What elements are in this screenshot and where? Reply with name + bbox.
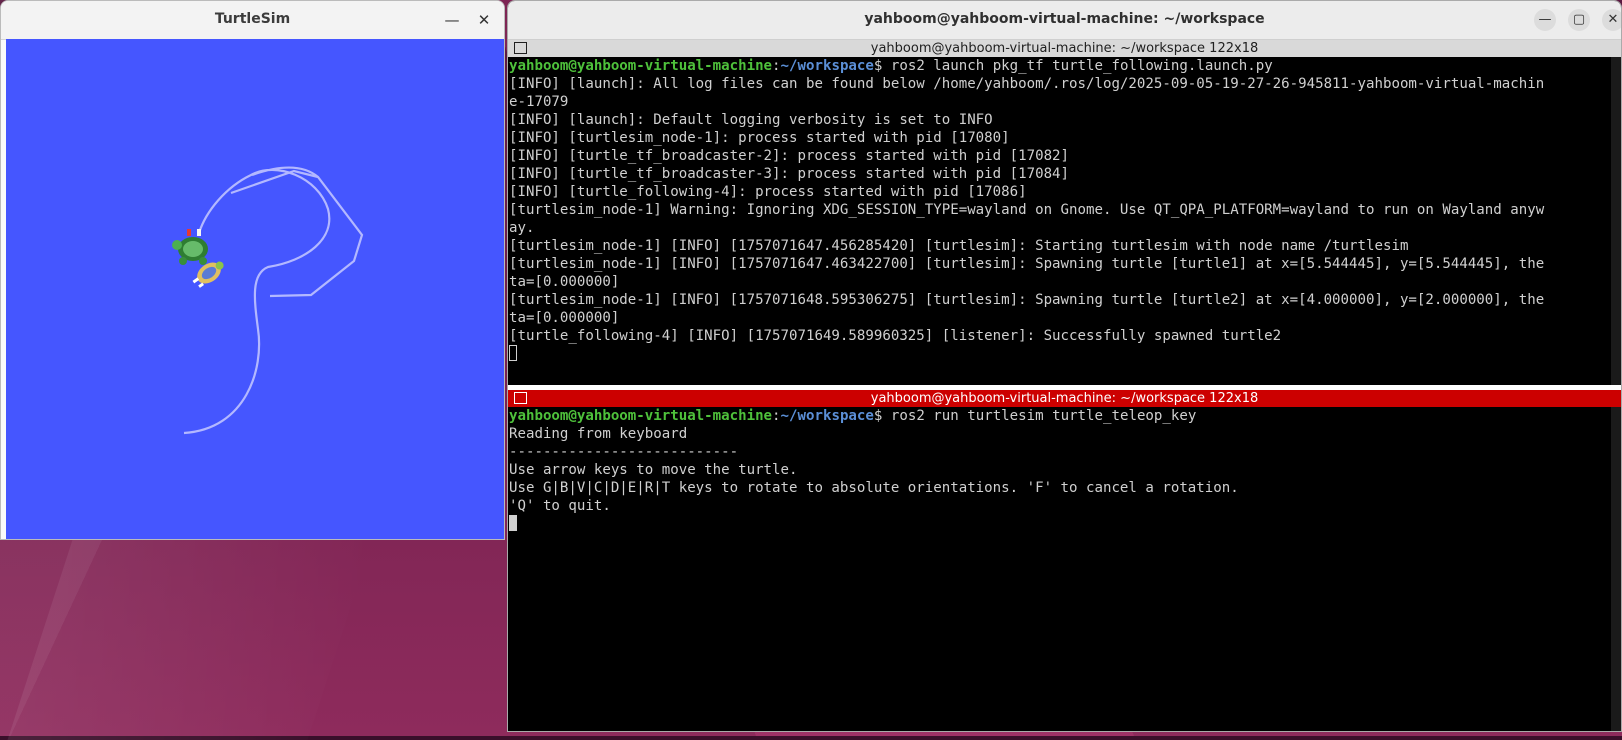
pane2-header[interactable]: yahboom@yahboom-virtual-machine: ~/works… bbox=[508, 390, 1621, 407]
output-line: [turtlesim_node-1] [INFO] [1757071647.46… bbox=[509, 256, 1545, 272]
output-line: e-17079 bbox=[509, 94, 569, 110]
split-pane-icon[interactable] bbox=[514, 42, 527, 54]
output-line: ta=[0.000000] bbox=[509, 310, 620, 326]
turtlesim-window[interactable]: TurtleSim — ✕ bbox=[0, 0, 505, 540]
pane2-header-label: yahboom@yahboom-virtual-machine: ~/works… bbox=[870, 391, 1259, 406]
pane1-header[interactable]: yahboom@yahboom-virtual-machine: ~/works… bbox=[508, 40, 1621, 57]
output-line: [INFO] [turtlesim_node-1]: process start… bbox=[509, 130, 1010, 146]
prompt-path: ~/workspace bbox=[780, 58, 874, 74]
scrollbar[interactable] bbox=[1611, 57, 1621, 385]
prompt-line: yahboom@yahboom-virtual-machine:~/worksp… bbox=[509, 407, 1621, 425]
prompt-line: yahboom@yahboom-virtual-machine:~/worksp… bbox=[509, 57, 1621, 75]
terminal-pane-teleop[interactable]: yahboom@yahboom-virtual-machine:~/worksp… bbox=[508, 407, 1621, 731]
output-line: 'Q' to quit. bbox=[509, 498, 611, 514]
output-line: [INFO] [turtle_following-4]: process sta… bbox=[509, 184, 1027, 200]
cursor-line bbox=[509, 515, 1621, 533]
output-line: Use arrow keys to move the turtle. bbox=[509, 462, 798, 478]
command-text: ros2 run turtlesim turtle_teleop_key bbox=[890, 408, 1197, 424]
output-line: [turtlesim_node-1] [INFO] [1757071648.59… bbox=[509, 292, 1545, 308]
output-line: ta=[0.000000] bbox=[509, 274, 620, 290]
output-line: ay. bbox=[509, 220, 535, 236]
minimize-button[interactable]: — bbox=[441, 9, 463, 31]
prompt-path: ~/workspace bbox=[780, 408, 874, 424]
prompt-sep: : bbox=[772, 58, 781, 74]
prompt-user: yahboom@yahboom-virtual-machine bbox=[509, 58, 773, 74]
terminal-window[interactable]: yahboom@yahboom-virtual-machine: ~/works… bbox=[507, 0, 1622, 732]
close-button[interactable]: ✕ bbox=[1602, 9, 1621, 31]
turtlesim-title: TurtleSim bbox=[214, 11, 291, 27]
turtle-trail-drawing bbox=[172, 166, 364, 435]
output-line: [turtle_following-4] [INFO] [1757071649.… bbox=[509, 328, 1282, 344]
terminal-window-title: yahboom@yahboom-virtual-machine: ~/works… bbox=[864, 11, 1265, 27]
terminal-titlebar[interactable]: yahboom@yahboom-virtual-machine: ~/works… bbox=[508, 1, 1621, 40]
prompt-user: yahboom@yahboom-virtual-machine bbox=[509, 408, 773, 424]
output-line: [INFO] [launch]: All log files can be fo… bbox=[509, 76, 1545, 92]
turtle-trail-path bbox=[183, 166, 364, 435]
output-line: Use G|B|V|C|D|E|R|T keys to rotate to ab… bbox=[509, 480, 1239, 496]
output-line: [INFO] [launch]: Default logging verbosi… bbox=[509, 112, 993, 128]
split-pane-icon[interactable] bbox=[514, 392, 527, 404]
output-line: Reading from keyboard bbox=[509, 426, 688, 442]
command-text: ros2 launch pkg_tf turtle_following.laun… bbox=[890, 58, 1273, 74]
prompt-dollar: $ bbox=[873, 58, 891, 74]
output-line: [turtlesim_node-1] Warning: Ignoring XDG… bbox=[509, 202, 1545, 218]
output-line: [INFO] [turtle_tf_broadcaster-3]: proces… bbox=[509, 166, 1070, 182]
close-button[interactable]: ✕ bbox=[473, 9, 495, 31]
turtle1-sprite bbox=[172, 229, 208, 265]
output-line: --------------------------- bbox=[509, 444, 739, 460]
cursor-line bbox=[509, 345, 1621, 363]
turtlesim-canvas bbox=[6, 39, 504, 539]
terminal-pane-launch[interactable]: yahboom@yahboom-virtual-machine:~/worksp… bbox=[508, 57, 1621, 385]
maximize-button[interactable]: ▢ bbox=[1568, 9, 1590, 31]
output-line: [INFO] [turtle_tf_broadcaster-2]: proces… bbox=[509, 148, 1070, 164]
minimize-button[interactable]: — bbox=[1534, 9, 1556, 31]
text-cursor bbox=[509, 515, 517, 531]
wallpaper-ray bbox=[7, 540, 373, 740]
pane1-header-label: yahboom@yahboom-virtual-machine: ~/works… bbox=[870, 41, 1259, 56]
prompt-dollar: $ bbox=[873, 408, 891, 424]
turtlesim-titlebar[interactable]: TurtleSim — ✕ bbox=[1, 1, 504, 40]
output-line: [turtlesim_node-1] [INFO] [1757071647.45… bbox=[509, 238, 1409, 254]
text-cursor bbox=[509, 345, 517, 361]
turtle2-sprite bbox=[192, 261, 224, 288]
prompt-sep: : bbox=[772, 408, 781, 424]
scrollbar[interactable] bbox=[1611, 407, 1621, 731]
